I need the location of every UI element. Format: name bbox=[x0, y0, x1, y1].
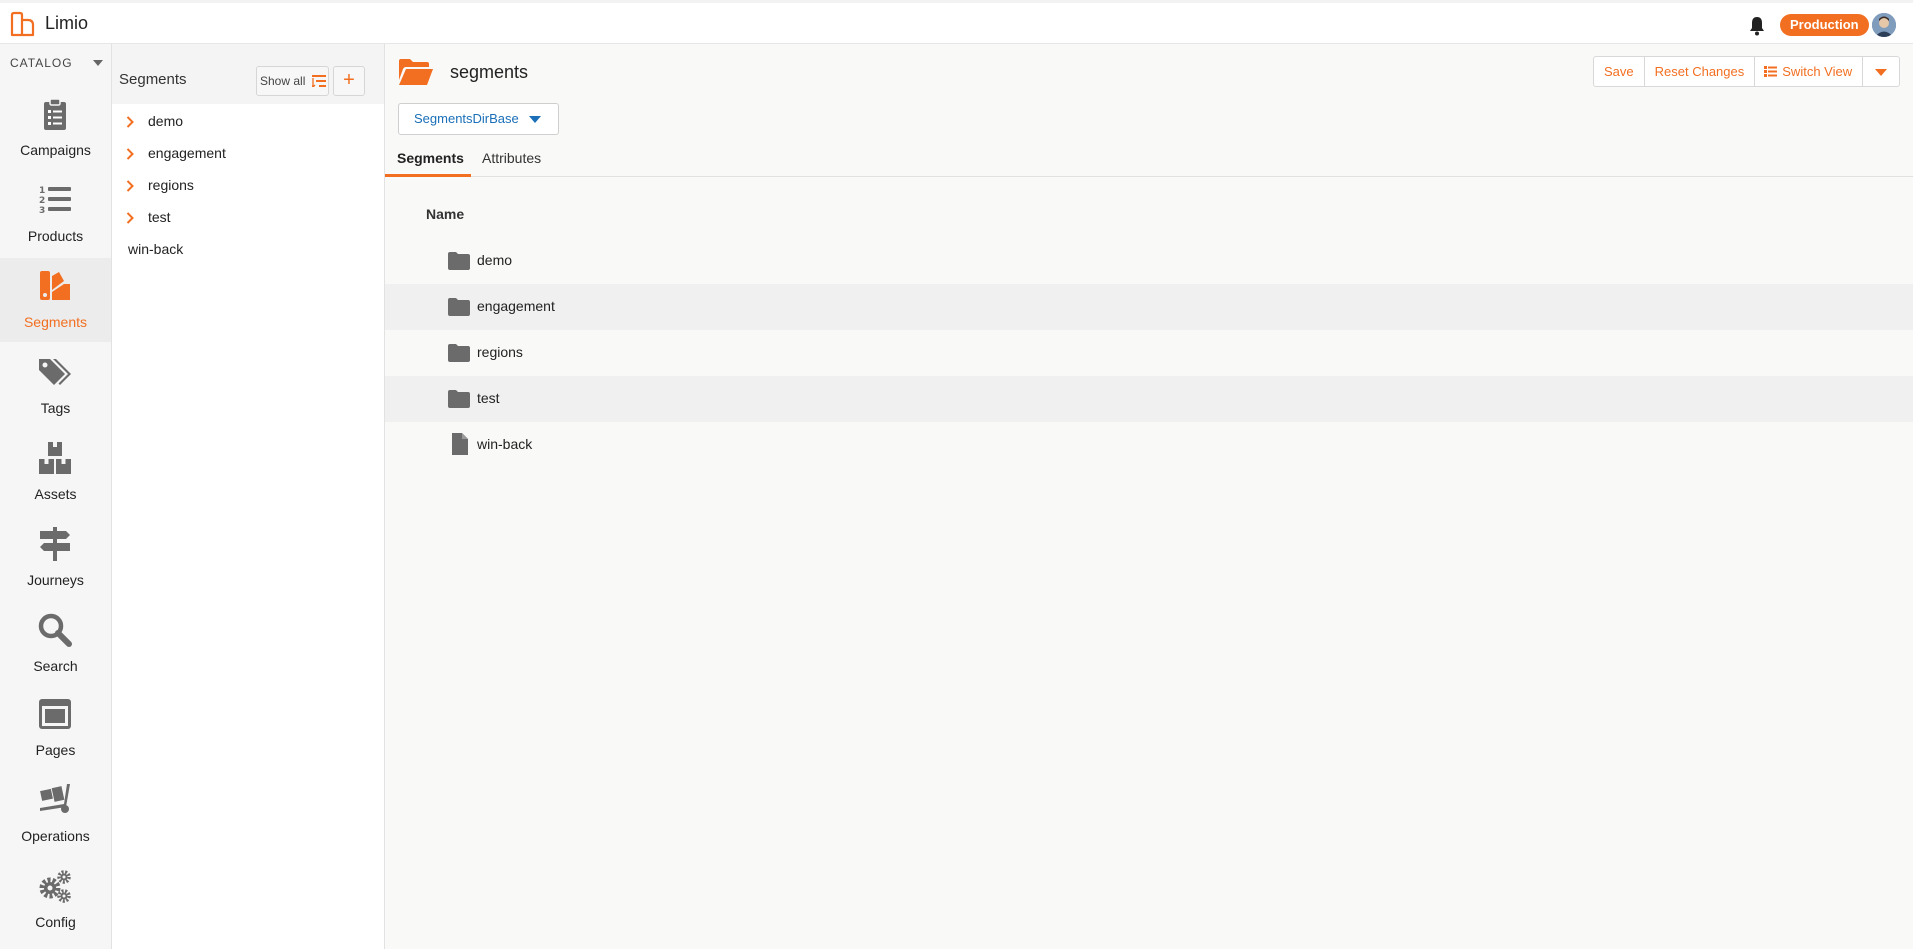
tab-attributes[interactable]: Attributes bbox=[482, 144, 541, 177]
tree-item-engagement[interactable]: engagement bbox=[112, 138, 384, 170]
svg-text:2: 2 bbox=[39, 196, 45, 206]
catalog-label: CATALOG bbox=[10, 56, 73, 70]
nav-item-journeys[interactable]: Journeys bbox=[0, 516, 111, 600]
nav-item-segments[interactable]: Segments bbox=[0, 258, 111, 342]
signpost-icon bbox=[40, 527, 70, 561]
table-row[interactable]: regions bbox=[385, 330, 1913, 376]
nav-item-assets[interactable]: Assets bbox=[0, 430, 111, 514]
nav-label-pages: Pages bbox=[35, 742, 76, 758]
nav-label-journeys: Journeys bbox=[27, 572, 84, 588]
row-name: regions bbox=[477, 344, 523, 360]
page-title: segments bbox=[450, 62, 529, 82]
column-header-name[interactable]: Name bbox=[426, 206, 464, 222]
directory-select-value: SegmentsDirBase bbox=[414, 111, 519, 126]
table-row[interactable]: win-back bbox=[385, 422, 1913, 468]
add-segment-button[interactable]: + bbox=[333, 66, 365, 96]
chevron-right-icon[interactable] bbox=[126, 180, 134, 192]
nav-label-segments: Segments bbox=[23, 314, 88, 330]
row-name: demo bbox=[477, 252, 513, 268]
app-title: Limio bbox=[45, 13, 89, 33]
dolly-icon bbox=[40, 784, 70, 813]
list-view-icon bbox=[1764, 66, 1778, 77]
main-content: segments Save Reset Changes Switch View … bbox=[385, 44, 1913, 949]
nav-label-operations: Operations bbox=[21, 828, 90, 844]
tab-bar: Segments Attributes bbox=[385, 144, 1913, 177]
chevron-right-icon[interactable] bbox=[126, 212, 134, 224]
sort-icon bbox=[312, 75, 326, 87]
user-avatar-icon bbox=[1872, 13, 1896, 37]
nav-item-pages[interactable]: Pages bbox=[0, 692, 111, 776]
svg-text:1: 1 bbox=[39, 186, 45, 196]
row-name: test bbox=[477, 390, 500, 406]
search-icon bbox=[38, 613, 72, 647]
folder-icon bbox=[448, 298, 470, 316]
limio-logo-icon[interactable] bbox=[9, 11, 37, 39]
nav-label-tags: Tags bbox=[40, 400, 71, 416]
directory-select[interactable]: SegmentsDirBase bbox=[398, 103, 559, 135]
switch-view-label: Switch View bbox=[1782, 64, 1853, 79]
tab-segments[interactable]: Segments bbox=[385, 144, 471, 177]
table-row[interactable]: engagement bbox=[385, 284, 1913, 330]
avatar[interactable] bbox=[1872, 13, 1896, 37]
catalog-caret-icon[interactable] bbox=[93, 60, 103, 66]
left-nav: CATALOG Campaigns 1 2 3 Products Segment… bbox=[0, 44, 112, 949]
file-icon bbox=[452, 433, 468, 455]
switch-view-button[interactable]: Switch View bbox=[1755, 57, 1864, 86]
svg-text:3: 3 bbox=[39, 206, 45, 216]
nav-item-tags[interactable]: Tags bbox=[0, 344, 111, 428]
boxes-icon bbox=[39, 442, 71, 474]
tree-item-regions[interactable]: regions bbox=[112, 170, 384, 202]
top-bar: Limio Production bbox=[0, 0, 1913, 44]
swatches-icon bbox=[40, 271, 70, 300]
tree-item-label: test bbox=[148, 209, 171, 225]
action-button-group: Save Reset Changes Switch View bbox=[1593, 56, 1901, 87]
chevron-right-icon[interactable] bbox=[126, 148, 134, 160]
folder-open-icon bbox=[399, 59, 433, 85]
chevron-right-icon[interactable] bbox=[126, 116, 134, 128]
clipboard-icon bbox=[44, 98, 66, 130]
reset-changes-button[interactable]: Reset Changes bbox=[1645, 57, 1756, 86]
table-row[interactable]: demo bbox=[385, 238, 1913, 284]
nav-item-search[interactable]: Search bbox=[0, 602, 111, 686]
nav-item-operations[interactable]: Operations bbox=[0, 778, 111, 862]
folder-icon bbox=[448, 252, 470, 270]
show-all-button[interactable]: Show all bbox=[256, 66, 329, 96]
gears-icon bbox=[39, 870, 71, 903]
nav-label-campaigns: Campaigns bbox=[20, 142, 91, 158]
tree-item-win-back[interactable]: win-back bbox=[112, 234, 384, 266]
nav-item-products[interactable]: 1 2 3 Products bbox=[0, 172, 111, 256]
row-name: win-back bbox=[477, 436, 533, 452]
bell-icon[interactable] bbox=[1748, 16, 1766, 36]
nav-label-products: Products bbox=[27, 228, 84, 244]
tree-header: Segments Show all + bbox=[112, 44, 384, 104]
page-icon bbox=[39, 699, 71, 729]
row-name: engagement bbox=[477, 298, 555, 314]
nav-item-config[interactable]: Config bbox=[0, 864, 111, 948]
caret-down-icon bbox=[529, 116, 541, 123]
numbered-list-icon: 1 2 3 bbox=[39, 186, 71, 216]
tree-item-demo[interactable]: demo bbox=[112, 106, 384, 138]
folder-icon bbox=[448, 390, 470, 408]
environment-badge[interactable]: Production bbox=[1780, 14, 1869, 36]
show-all-label: Show all bbox=[260, 74, 306, 88]
nav-label-assets: Assets bbox=[34, 486, 77, 502]
more-actions-button[interactable] bbox=[1863, 57, 1899, 86]
segments-tree-panel: Segments Show all + demo engagement regi… bbox=[112, 44, 385, 949]
nav-label-config: Config bbox=[35, 914, 76, 930]
nav-item-campaigns[interactable]: Campaigns bbox=[0, 86, 111, 170]
folder-icon bbox=[448, 344, 470, 362]
tree-item-test[interactable]: test bbox=[112, 202, 384, 234]
tree-title: Segments bbox=[119, 71, 187, 88]
tree-item-label: regions bbox=[148, 177, 194, 193]
nav-label-search: Search bbox=[33, 658, 78, 674]
tree-item-label: win-back bbox=[128, 241, 184, 257]
tree-item-label: demo bbox=[148, 113, 184, 129]
table-row[interactable]: test bbox=[385, 376, 1913, 422]
caret-down-icon bbox=[1875, 69, 1888, 76]
tags-icon bbox=[39, 359, 71, 385]
tree-item-label: engagement bbox=[148, 145, 226, 161]
save-button[interactable]: Save bbox=[1594, 57, 1645, 86]
